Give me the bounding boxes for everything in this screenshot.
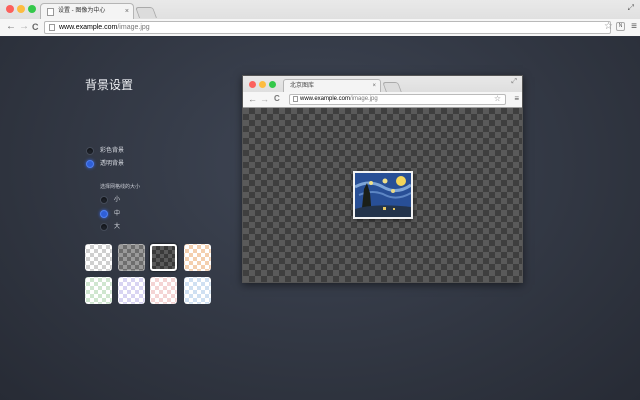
preview-tab-title: 北京图库 [290, 83, 315, 89]
tab-title: 设置 - 图像为中心 [58, 8, 106, 14]
preview-minimize-dot [259, 81, 266, 88]
preview-forward-icon: → [260, 94, 269, 104]
back-arrow-icon[interactable]: ← [6, 20, 16, 34]
preview-back-icon: ← [248, 94, 257, 104]
radio-label-grid-medium: 中 [114, 211, 121, 217]
swatch-peach[interactable] [184, 244, 211, 271]
browser-tab[interactable]: 设置 - 图像为中心 × [40, 3, 134, 19]
preview-page-icon [293, 96, 298, 102]
preview-url-host: www.example.com [300, 96, 351, 102]
preview-menu-icon: ≡ [514, 94, 519, 103]
radio-label-grid-large: 大 [114, 224, 121, 230]
transparency-checkerboard [243, 108, 522, 282]
grid-size-label: 选择网格线的大小 [100, 184, 141, 190]
swatch-sky[interactable] [184, 277, 211, 304]
preview-expand-icon: ⤢ [511, 78, 517, 85]
browser-toolbar: ← → C www.example.com/image.jpg ☆ N ≡ [0, 19, 640, 36]
swatch-pink[interactable] [150, 277, 177, 304]
minimize-window-button[interactable] [17, 5, 25, 13]
page-icon [49, 24, 55, 31]
maximize-window-button[interactable] [28, 5, 36, 13]
swatch-mint[interactable] [85, 277, 112, 304]
preview-reload-icon: C [274, 94, 280, 103]
radio-grid-small[interactable] [100, 196, 108, 204]
fullscreen-icon[interactable]: ⤢ [628, 3, 634, 13]
preview-chrome: 北京图库 × ⤢ ← → C www.example.com/image.jpg… [243, 76, 522, 108]
preview-close-dot [249, 81, 256, 88]
preview-image [353, 171, 413, 219]
radio-grid-medium[interactable] [100, 210, 108, 218]
preview-address-bar: www.example.com/image.jpg [289, 94, 506, 105]
preview-url-path: /image.jpg [350, 96, 378, 102]
preview-star-icon: ☆ [493, 94, 501, 103]
forward-arrow-icon[interactable]: → [19, 20, 29, 34]
url-path: /image.jpg [117, 24, 150, 31]
radio-label-color-background: 彩色背景 [100, 148, 125, 154]
preview-new-tab [382, 82, 402, 92]
swatch-light-gray[interactable] [85, 244, 112, 271]
preview-maximize-dot [269, 81, 276, 88]
radio-label-grid-small: 小 [114, 197, 121, 203]
bookmark-star-icon[interactable]: ☆ [604, 20, 613, 34]
address-bar[interactable]: www.example.com/image.jpg [44, 21, 611, 34]
page-favicon-icon [47, 8, 54, 16]
url-host: www.example.com [59, 24, 118, 31]
browser-chrome: 设置 - 图像为中心 × ⤢ ← → C www.example.com/ima… [0, 0, 640, 36]
starry-night-painting-icon [355, 173, 411, 217]
close-window-button[interactable] [6, 5, 14, 13]
reload-icon[interactable]: C [32, 20, 39, 34]
radio-transparent-background[interactable] [86, 160, 94, 168]
preview-window: 北京图库 × ⤢ ← → C www.example.com/image.jpg… [242, 75, 523, 283]
tab-close-icon[interactable]: × [125, 4, 129, 19]
extension-icon[interactable]: N [616, 22, 625, 31]
radio-label-transparent-background: 透明背景 [100, 161, 125, 167]
preview-tab: 北京图库 × [283, 79, 381, 92]
new-tab-button[interactable] [134, 7, 158, 18]
menu-icon[interactable]: ≡ [631, 20, 637, 34]
swatch-mid-gray[interactable] [118, 244, 145, 271]
preview-tab-close-icon: × [372, 83, 376, 89]
swatch-dark-gray[interactable] [150, 244, 177, 271]
preview-toolbar: ← → C www.example.com/image.jpg ☆ ≡ [243, 92, 522, 107]
page-title: 背景设置 [85, 78, 134, 92]
radio-grid-large[interactable] [100, 223, 108, 231]
radio-color-background[interactable] [86, 147, 94, 155]
swatch-lavender[interactable] [118, 277, 145, 304]
